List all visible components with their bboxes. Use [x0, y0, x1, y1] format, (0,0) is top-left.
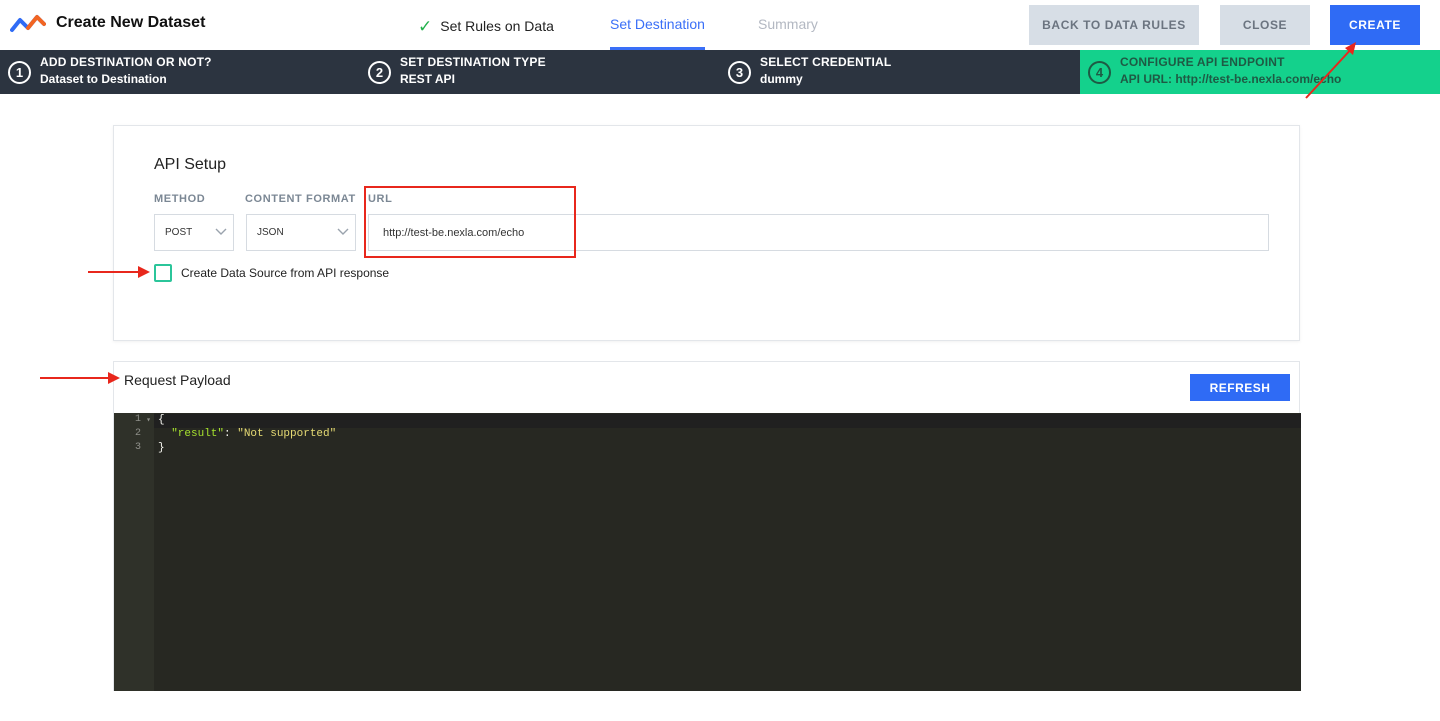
request-payload-card: Request Payload REFRESH 1 ▾ 2 3 { "resul… — [113, 361, 1301, 691]
step-title: CONFIGURE API ENDPOINT — [1120, 55, 1285, 69]
step-configure-api-endpoint[interactable]: 4 CONFIGURE API ENDPOINT API URL: http:/… — [1080, 50, 1440, 94]
create-button[interactable]: CREATE — [1330, 5, 1420, 45]
step-destination-type[interactable]: 2 SET DESTINATION TYPE REST API — [360, 50, 720, 94]
editor-gutter: 1 ▾ 2 3 — [114, 413, 154, 691]
tab-summary[interactable]: Summary — [758, 16, 818, 50]
code-line: { — [158, 414, 165, 426]
content-format-label: CONTENT FORMAT — [245, 193, 356, 205]
step-value: REST API — [400, 72, 455, 86]
step-number: 1 — [8, 61, 31, 84]
step-title: SET DESTINATION TYPE — [400, 55, 546, 69]
step-title: ADD DESTINATION OR NOT? — [40, 55, 212, 69]
page-title: Create New Dataset — [56, 14, 206, 31]
step-number: 4 — [1088, 61, 1111, 84]
code-line: } — [158, 442, 165, 454]
method-label: METHOD — [154, 193, 206, 205]
chevron-down-icon — [337, 228, 349, 235]
code-line: "result": "Not supported" — [158, 428, 336, 440]
code-brace: } — [158, 442, 165, 454]
api-setup-title: API Setup — [154, 156, 227, 173]
create-data-source-checkbox[interactable] — [154, 264, 172, 282]
step-value: Dataset to Destination — [40, 72, 167, 86]
close-button[interactable]: CLOSE — [1220, 5, 1310, 45]
fold-arrow-icon[interactable]: ▾ — [146, 415, 151, 425]
step-add-destination[interactable]: 1 ADD DESTINATION OR NOT? Dataset to Des… — [0, 50, 360, 94]
step-value: dummy — [760, 72, 803, 86]
url-input[interactable] — [368, 214, 1269, 251]
code-key: "result" — [171, 428, 225, 440]
app-logo-icon — [10, 15, 46, 32]
annotation-arrow-payload — [40, 372, 120, 384]
code-editor[interactable]: 1 ▾ 2 3 { "result": "Not supported" } — [114, 413, 1301, 691]
step-number: 3 — [728, 61, 751, 84]
request-payload-title: Request Payload — [124, 372, 231, 388]
line-number: 3 — [134, 442, 141, 453]
method-select[interactable]: POST — [154, 214, 234, 251]
code-string: "Not supported" — [237, 428, 337, 440]
line-number: 2 — [134, 428, 141, 439]
url-label: URL — [368, 193, 393, 205]
step-title: SELECT CREDENTIAL — [760, 55, 892, 69]
code-brace: { — [158, 414, 165, 426]
code-separator: : — [224, 428, 238, 440]
step-number: 2 — [368, 61, 391, 84]
tab-set-rules-label: Set Rules on Data — [440, 18, 554, 34]
chevron-down-icon — [215, 228, 227, 235]
tab-set-destination[interactable]: Set Destination — [610, 16, 705, 50]
method-select-value: POST — [165, 227, 193, 238]
wizard-stepper: 1 ADD DESTINATION OR NOT? Dataset to Des… — [0, 50, 1440, 94]
create-data-source-label: Create Data Source from API response — [181, 266, 390, 280]
checkmark-icon: ✓ — [418, 17, 433, 36]
content-format-select[interactable]: JSON — [246, 214, 356, 251]
active-line-highlight — [154, 414, 1301, 428]
api-setup-card: API Setup METHOD CONTENT FORMAT URL POST… — [113, 125, 1300, 341]
tab-set-rules[interactable]: ✓ Set Rules on Data — [418, 16, 554, 50]
top-header: Create New Dataset ✓ Set Rules on Data Se… — [0, 0, 1440, 50]
step-select-credential[interactable]: 3 SELECT CREDENTIAL dummy — [720, 50, 1080, 94]
back-to-data-rules-button[interactable]: BACK TO DATA RULES — [1029, 5, 1199, 45]
step-value: API URL: http://test-be.nexla.com/echo — [1120, 72, 1342, 86]
refresh-button[interactable]: REFRESH — [1190, 374, 1290, 401]
content-format-value: JSON — [257, 227, 284, 238]
line-number: 1 — [134, 414, 141, 425]
